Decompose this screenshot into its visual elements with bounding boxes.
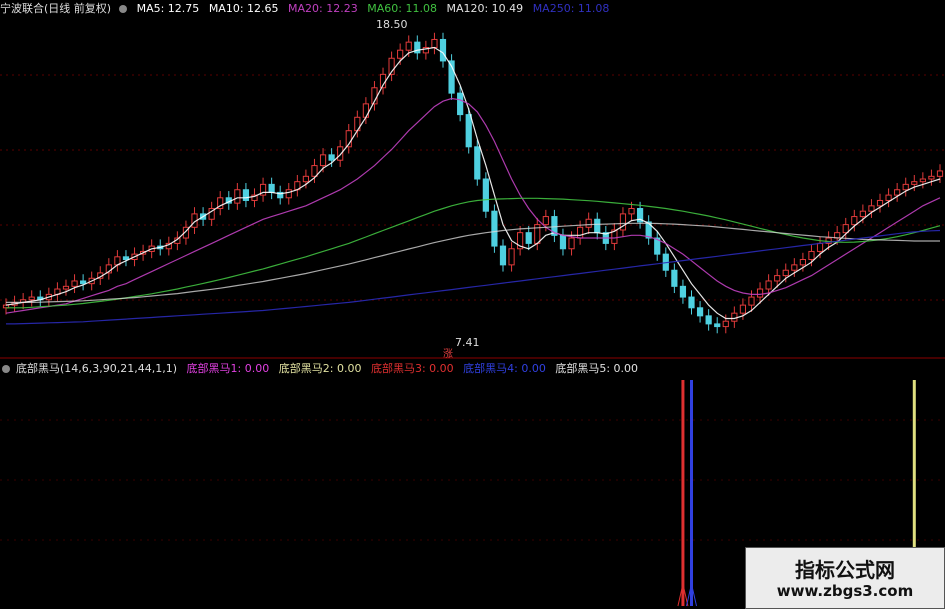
candle-body <box>851 216 858 226</box>
indicator-title: 底部黑马(14,6,3,90,21,44,1,1) <box>16 362 178 375</box>
watermark-title: 指标公式网 <box>795 558 895 582</box>
candle-body <box>474 146 481 180</box>
ma10-label: MA10: 12.65 <box>208 2 279 15</box>
candle-body <box>28 296 35 301</box>
signal4-label: 底部黑马4: 0.00 <box>463 362 546 375</box>
low-mark-label: 涨 <box>443 349 453 360</box>
candle-body <box>328 154 335 161</box>
candle-body <box>876 199 884 207</box>
ma-line-ma5 <box>5 46 941 320</box>
ma20-label: MA20: 12.23 <box>288 2 358 15</box>
ma5-label: MA5: 12.75 <box>136 2 200 15</box>
candlesticks <box>2 32 944 334</box>
candle-body <box>525 232 532 244</box>
candle-body <box>499 245 507 266</box>
candle-body <box>62 285 70 290</box>
watermark-box: 指标公式网 www.zbgs3.com <box>745 547 945 609</box>
candle-body <box>122 256 130 261</box>
ma-lines <box>5 46 941 325</box>
candle-body <box>782 269 789 277</box>
candle-body <box>911 181 918 185</box>
candle-body <box>774 275 781 282</box>
candle-body <box>319 154 327 167</box>
candle-body <box>816 242 824 252</box>
low-price-label: 7.41 <box>455 336 480 349</box>
high-price-label: 18.50 <box>376 18 408 31</box>
indicator-settings-icon[interactable] <box>2 365 10 373</box>
candle-body <box>457 92 464 116</box>
candle-body <box>714 323 721 328</box>
candle-body <box>71 280 78 287</box>
candle-body <box>765 280 772 290</box>
candle-body <box>542 216 549 226</box>
stock-title: 宁波联合(日线 前复权) <box>0 2 112 15</box>
candle-body <box>508 248 515 266</box>
candle-body <box>405 41 412 51</box>
candle-body <box>688 296 695 309</box>
candle-body <box>679 285 687 298</box>
candle-body <box>397 49 404 59</box>
candle-body <box>756 288 764 298</box>
indicator-panel-header: 底部黑马(14,6,3,90,21,44,1,1) 底部黑马1: 0.00 底部… <box>0 360 644 378</box>
candle-body <box>234 189 241 204</box>
grid-lines <box>0 74 945 541</box>
candle-body <box>585 218 592 228</box>
candle-body <box>80 280 87 285</box>
ma250-label: MA250: 11.08 <box>532 2 610 15</box>
candle-body <box>722 320 729 328</box>
candle-body <box>311 165 318 177</box>
settings-icon[interactable] <box>119 5 128 13</box>
candle-body <box>739 304 747 314</box>
candle-body <box>577 226 584 239</box>
signal1-label: 底部黑马1: 0.00 <box>186 362 270 375</box>
candle-body <box>465 114 472 148</box>
candle-body <box>242 189 250 201</box>
candle-body <box>439 38 447 62</box>
candle-body <box>431 38 438 49</box>
signal3-label: 底部黑马3: 0.00 <box>370 362 454 375</box>
candle-body <box>936 170 944 177</box>
watermark-url: www.zbgs3.com <box>776 582 914 600</box>
candle-body <box>568 237 575 250</box>
candle-body <box>696 307 704 317</box>
candle-body <box>362 103 369 118</box>
ma120-label: MA120: 10.49 <box>446 2 524 15</box>
candle-body <box>628 208 635 215</box>
candle-body <box>868 205 875 212</box>
candle-body <box>731 312 738 322</box>
candle-body <box>302 175 310 183</box>
candle-body <box>491 210 498 247</box>
candle-body <box>748 296 755 306</box>
candle-body <box>705 315 712 325</box>
candle-body <box>594 218 601 234</box>
candle-body <box>859 210 866 218</box>
ma60-label: MA60: 11.08 <box>367 2 437 15</box>
candle-body <box>671 269 678 287</box>
candle-body <box>894 189 901 196</box>
candle-body <box>919 178 926 183</box>
signal5-label: 底部黑马5: 0.00 <box>555 362 639 375</box>
candle-body <box>285 189 292 199</box>
candle-body <box>791 264 798 271</box>
ma-line-ma250 <box>6 229 941 325</box>
candle-body <box>808 250 815 260</box>
ma-line-ma20 <box>5 97 941 314</box>
candle-body <box>902 183 909 191</box>
candle-body <box>559 234 567 250</box>
signal2-label: 底部黑马2: 0.00 <box>278 362 362 375</box>
price-panel-header: 宁波联合(日线 前复权) MA5: 12.75 MA10: 12.65 MA20… <box>0 0 615 18</box>
candle-body <box>799 259 806 266</box>
candle-body <box>885 194 892 201</box>
chart-canvas <box>0 32 945 607</box>
candle-body <box>928 175 935 180</box>
candle-body <box>268 183 275 193</box>
candle-body <box>482 178 489 212</box>
